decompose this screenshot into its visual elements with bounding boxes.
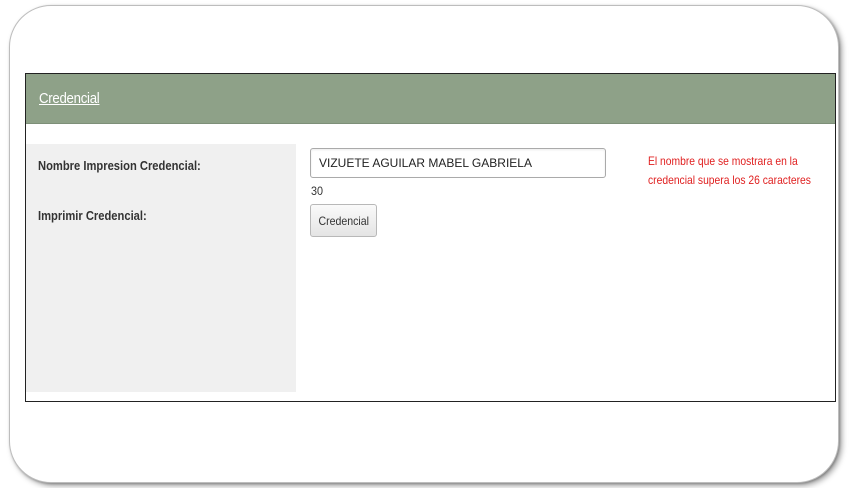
label-column: Nombre Impresion Credencial: Imprimir Cr… xyxy=(26,144,296,392)
char-count: 30 xyxy=(311,184,324,198)
panel-header: Credencial xyxy=(26,74,835,124)
print-credential-button[interactable]: Credencial xyxy=(310,204,377,237)
credential-panel: Credencial Nombre Impresion Credencial: … xyxy=(25,73,836,402)
name-print-label: Nombre Impresion Credencial: xyxy=(38,158,201,173)
print-credential-button-label: Credencial xyxy=(318,213,369,228)
print-credential-label: Imprimir Credencial: xyxy=(38,208,147,223)
length-warning-message: El nombre que se mostrara en la credenci… xyxy=(648,154,811,187)
panel-title-link[interactable]: Credencial xyxy=(39,90,100,107)
name-print-input[interactable] xyxy=(310,148,606,178)
